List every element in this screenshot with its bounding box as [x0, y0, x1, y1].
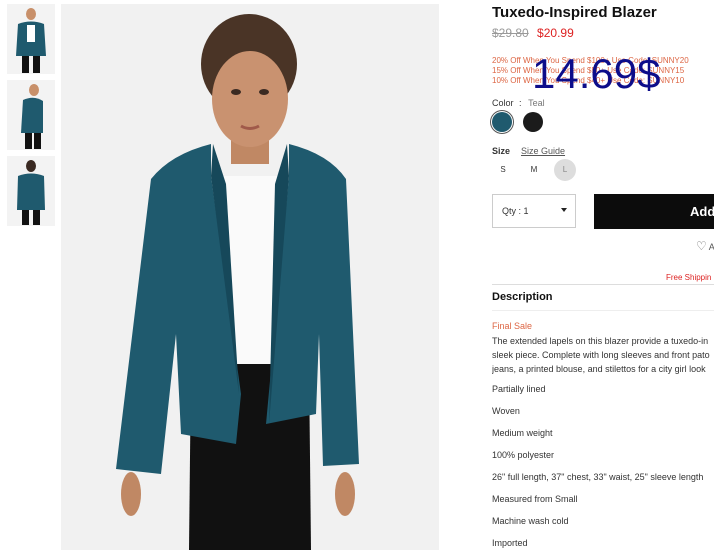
description-line: sleek piece. Complete with long sleeves … — [492, 350, 710, 360]
quantity-select[interactable]: Qty : 1 — [492, 194, 576, 228]
description-paragraph: The extended lapels on this blazer provi… — [492, 334, 714, 376]
heart-icon: ♡ — [696, 239, 707, 253]
quantity-value: Qty : 1 — [502, 206, 529, 216]
wishlist-label: A — [708, 242, 714, 252]
description-line: jeans, a printed blouse, and stilettos f… — [492, 364, 706, 374]
size-option-s[interactable]: S — [492, 159, 514, 181]
product-title: Tuxedo-Inspired Blazer — [492, 4, 657, 21]
feature-item: Machine wash cold — [492, 516, 569, 526]
sale-price: $20.99 — [537, 26, 574, 40]
color-separator: : — [519, 98, 522, 108]
size-guide-link[interactable]: Size Guide — [521, 146, 565, 156]
divider — [492, 284, 714, 285]
feature-item: Partially lined — [492, 384, 546, 394]
price-block: $29.80 $20.99 — [492, 26, 574, 40]
free-shipping-note: Free Shippin — [666, 273, 712, 282]
product-thumbnail-back[interactable] — [7, 156, 55, 226]
feature-item: 100% polyester — [492, 450, 555, 460]
original-price: $29.80 — [492, 26, 529, 40]
feature-item: Woven — [492, 406, 520, 416]
thumbnail-strip — [7, 4, 56, 232]
main-product-image[interactable] — [61, 4, 439, 550]
size-label: Size — [492, 146, 511, 156]
description-line: The extended lapels on this blazer provi… — [492, 336, 709, 346]
overlay-price-text: 14.69$ — [532, 50, 661, 97]
color-label-text: Color — [492, 98, 514, 108]
size-option-l[interactable]: L — [554, 159, 576, 181]
feature-item: Medium weight — [492, 428, 553, 438]
divider — [492, 310, 714, 311]
product-thumbnail-side[interactable] — [7, 80, 55, 150]
wishlist-link[interactable]: ♡ A — [696, 239, 714, 253]
feature-item: Imported — [492, 538, 528, 548]
add-to-bag-button[interactable]: Add — [594, 194, 714, 229]
product-thumbnail-front[interactable] — [7, 4, 55, 74]
color-swatch-teal[interactable] — [492, 112, 512, 132]
description-heading: Description — [492, 291, 553, 303]
final-sale-label: Final Sale — [492, 321, 533, 331]
color-swatch-black[interactable] — [523, 112, 543, 132]
feature-item: 26" full length, 37" chest, 33" waist, 2… — [492, 472, 704, 482]
chevron-down-icon — [561, 208, 567, 212]
size-option-m[interactable]: M — [523, 159, 545, 181]
feature-item: Measured from Small — [492, 494, 578, 504]
